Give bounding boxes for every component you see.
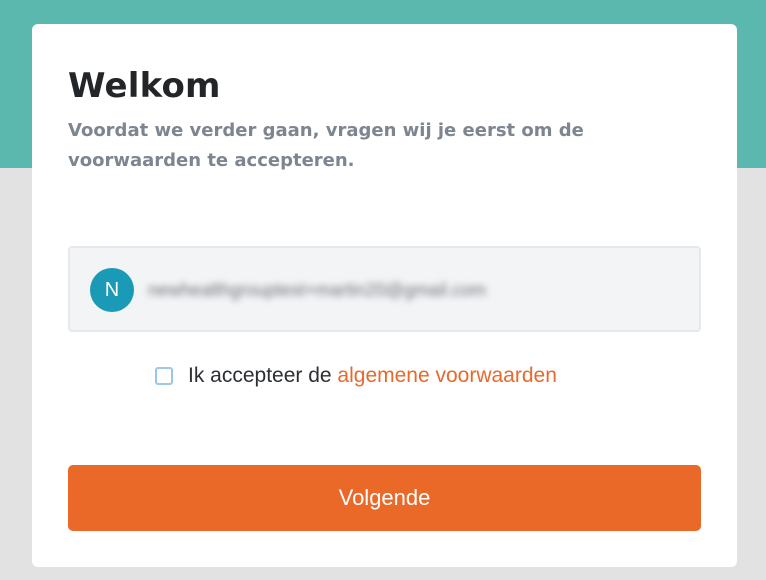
page-subtitle: Voordat we verder gaan, vragen wij je ee… — [68, 120, 584, 171]
page-title: Welkom — [68, 66, 221, 106]
terms-consent: Ik accepteer de algemene voorwaarden — [155, 363, 557, 389]
avatar: N — [90, 268, 134, 312]
terms-consent-label: Ik accepteer de — [188, 364, 338, 387]
next-button[interactable]: Volgende — [68, 465, 701, 531]
welcome-card: Welkom Voordat we verder gaan, vragen wi… — [32, 24, 737, 567]
account-box: N newhealthgrouptest+martin20@gmail.com — [68, 246, 701, 332]
terms-checkbox[interactable] — [155, 367, 173, 385]
account-email: newhealthgrouptest+martin20@gmail.com — [148, 280, 486, 300]
terms-link[interactable]: algemene voorwaarden — [337, 364, 556, 388]
